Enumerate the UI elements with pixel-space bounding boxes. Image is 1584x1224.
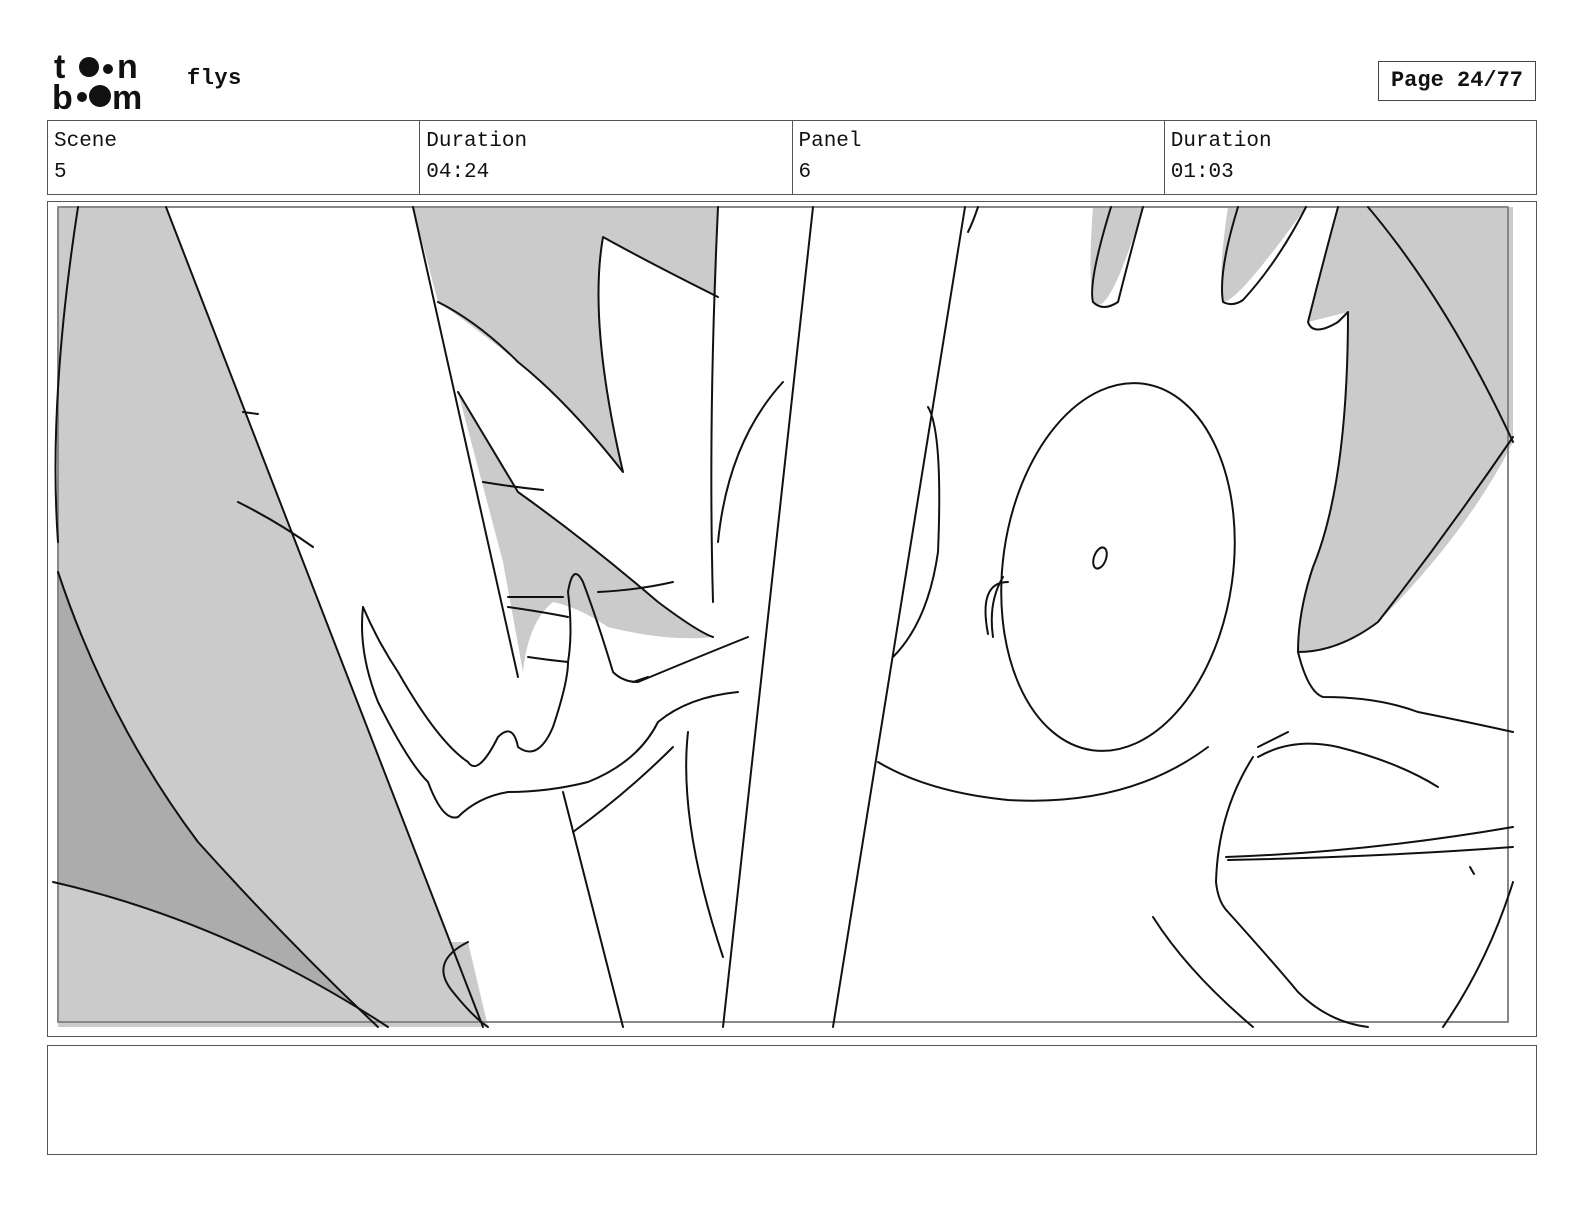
storyboard-panel — [47, 201, 1537, 1037]
panel-notes-box — [47, 1045, 1537, 1155]
panel-label: Panel — [798, 130, 862, 153]
panel-sketch — [52, 206, 1514, 1028]
scene-cell: Scene 5 — [48, 121, 421, 194]
panel-duration-label: Duration — [1170, 130, 1272, 153]
scene-label: Scene — [54, 130, 118, 153]
project-title: flys — [187, 66, 242, 91]
panel-duration-value: 01:03 — [1170, 161, 1234, 184]
panel-value: 6 — [798, 161, 812, 184]
scene-duration-label: Duration — [426, 130, 528, 153]
scene-duration-value: 04:24 — [426, 161, 490, 184]
page-indicator: Page 24/77 — [1378, 61, 1536, 101]
scene-info-table: Scene 5 Duration 04:24 Panel 6 Duration … — [47, 120, 1537, 195]
svg-text:b: b — [52, 79, 73, 112]
svg-text:m: m — [112, 79, 142, 112]
toonboom-logo: t n b m — [52, 48, 164, 117]
panel-duration-cell: Duration 01:03 — [1165, 121, 1536, 194]
scene-value: 5 — [54, 161, 67, 184]
panel-cell: Panel 6 — [793, 121, 1165, 194]
scene-duration-cell: Duration 04:24 — [420, 121, 793, 194]
